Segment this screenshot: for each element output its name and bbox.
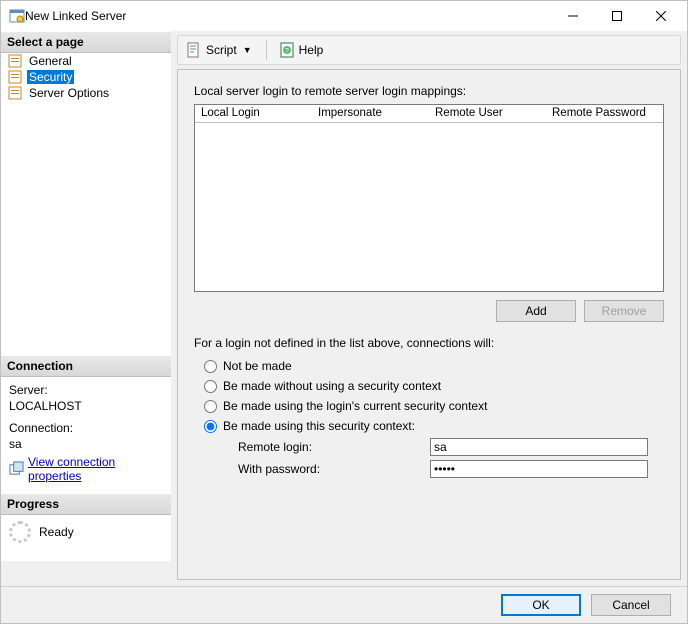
server-value: LOCALHOST: [9, 399, 163, 413]
page-icon: [7, 85, 23, 101]
with-password-label: With password:: [238, 462, 430, 476]
app-icon: [9, 8, 25, 24]
connection-header: Connection: [1, 355, 171, 377]
progress-header: Progress: [1, 493, 171, 515]
page-item-general[interactable]: General: [1, 53, 171, 69]
remove-button[interactable]: Remove: [584, 300, 664, 322]
radio-this-context-label: Be made using this security context:: [223, 419, 415, 433]
remote-login-input[interactable]: [430, 438, 648, 456]
page-item-server-options[interactable]: Server Options: [1, 85, 171, 101]
col-remote-password: Remote Password: [546, 105, 663, 122]
svg-text:?: ?: [285, 48, 289, 55]
help-icon: ?: [279, 42, 295, 58]
radio-current-context-row[interactable]: Be made using the login's current securi…: [194, 396, 664, 416]
remote-login-label: Remote login:: [238, 440, 430, 454]
radio-not-made[interactable]: [204, 360, 217, 373]
grid-header: Local Login Impersonate Remote User Remo…: [195, 105, 663, 123]
view-connection-properties-link[interactable]: View connection properties: [28, 455, 163, 483]
connection-label: Connection:: [9, 421, 163, 435]
col-impersonate: Impersonate: [312, 105, 429, 122]
radio-not-made-row[interactable]: Not be made: [194, 356, 664, 376]
dropdown-arrow-icon: ▼: [241, 45, 254, 55]
page-label: Security: [27, 70, 74, 84]
help-label: Help: [299, 43, 324, 57]
window-title: New Linked Server: [25, 9, 551, 23]
page-icon: [7, 69, 23, 85]
script-icon: [186, 42, 202, 58]
ok-button[interactable]: OK: [501, 594, 581, 616]
radio-current-context-label: Be made using the login's current securi…: [223, 399, 487, 413]
mappings-label: Local server login to remote server logi…: [194, 84, 664, 98]
page-icon: [7, 53, 23, 69]
col-remote-user: Remote User: [429, 105, 546, 122]
sidebar: Select a page General Security Server Op…: [1, 31, 171, 586]
radio-this-context-row[interactable]: Be made using this security context:: [194, 416, 664, 436]
toolbar: Script ▼ ? Help: [177, 35, 681, 65]
dialog-footer: OK Cancel: [1, 586, 687, 623]
cancel-button[interactable]: Cancel: [591, 594, 671, 616]
radio-this-context[interactable]: [204, 420, 217, 433]
progress-spinner-icon: [9, 521, 31, 543]
page-label: General: [27, 54, 74, 68]
connection-info: Server: LOCALHOST Connection: sa View co…: [1, 377, 171, 493]
page-item-security[interactable]: Security: [1, 69, 171, 85]
connection-properties-icon: [9, 461, 24, 477]
fallback-label: For a login not defined in the list abov…: [194, 336, 664, 350]
script-button[interactable]: Script ▼: [182, 40, 258, 60]
maximize-button[interactable]: [595, 2, 639, 30]
add-button[interactable]: Add: [496, 300, 576, 322]
security-page: Local server login to remote server logi…: [177, 69, 681, 580]
main-panel: Script ▼ ? Help Local server login to re…: [171, 31, 687, 586]
with-password-input[interactable]: [430, 460, 648, 478]
radio-no-context-label: Be made without using a security context: [223, 379, 441, 393]
connection-user: sa: [9, 437, 163, 451]
radio-current-context[interactable]: [204, 400, 217, 413]
title-bar: New Linked Server: [1, 1, 687, 31]
help-button[interactable]: ? Help: [275, 40, 328, 60]
script-label: Script: [206, 43, 237, 57]
login-mappings-grid[interactable]: Local Login Impersonate Remote User Remo…: [194, 104, 664, 292]
page-list: General Security Server Options: [1, 53, 171, 355]
page-label: Server Options: [27, 86, 111, 100]
select-page-header: Select a page: [1, 31, 171, 53]
close-button[interactable]: [639, 2, 683, 30]
progress-panel: Ready: [1, 515, 171, 561]
radio-no-context-row[interactable]: Be made without using a security context: [194, 376, 664, 396]
server-label: Server:: [9, 383, 163, 397]
radio-no-context[interactable]: [204, 380, 217, 393]
col-local-login: Local Login: [195, 105, 312, 122]
minimize-button[interactable]: [551, 2, 595, 30]
progress-status: Ready: [39, 525, 74, 539]
toolbar-separator: [266, 40, 267, 60]
radio-not-made-label: Not be made: [223, 359, 292, 373]
